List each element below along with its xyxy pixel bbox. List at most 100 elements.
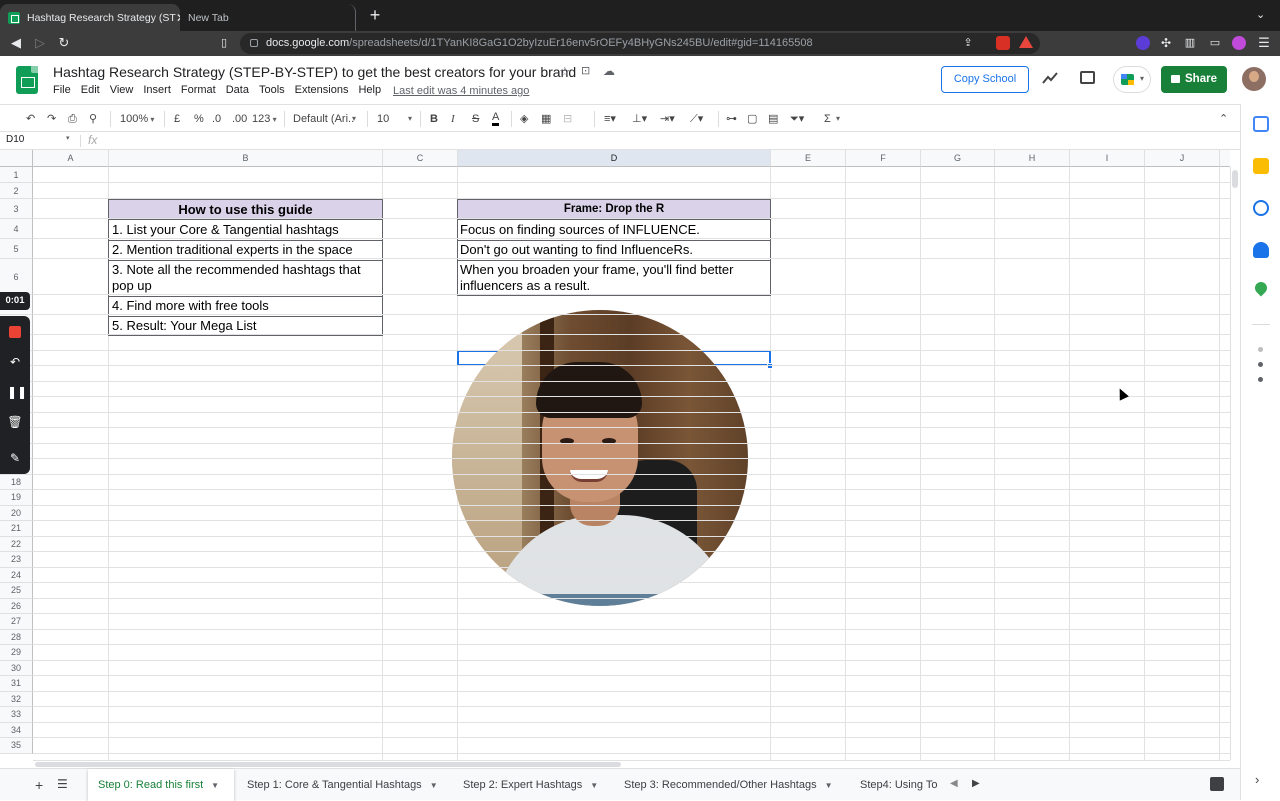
row-header-28[interactable]: 28 [0,629,33,645]
row-header-18[interactable]: 18 [0,474,33,490]
undo-icon[interactable]: ↶ [26,111,35,127]
reload-icon[interactable]: ↻ [56,35,72,51]
row-header-19[interactable]: 19 [0,490,33,506]
sidebar-icon[interactable]: ▥ [1182,35,1198,51]
frame-table-header[interactable]: Frame: Drop the R [458,200,770,220]
scroll-tabs-left-icon[interactable]: ◀ [950,778,958,789]
row-header-34[interactable]: 34 [0,722,33,738]
insert-chart-icon[interactable]: ▤ [768,111,778,127]
name-box[interactable]: D10 ▾ [6,134,74,145]
insert-comment-icon[interactable]: ▢ [747,111,757,127]
select-all-corner[interactable] [0,150,33,167]
column-header-d[interactable]: D [458,150,771,167]
menu-help[interactable]: Help [358,84,381,100]
column-header-a[interactable]: A [33,150,109,167]
menu-data[interactable]: Data [226,84,249,100]
row-header-25[interactable]: 25 [0,583,33,599]
keep-icon[interactable] [1253,158,1269,174]
row-header-24[interactable]: 24 [0,567,33,583]
text-wrapping-icon[interactable]: ⇥▾ [660,111,675,127]
sheet-tab-step-1[interactable]: Step 1: Core & Tangential Hashtags ▼ [237,769,449,801]
horizontal-scroll-thumb[interactable] [35,762,621,767]
sheet-tab-step-2[interactable]: Step 2: Expert Hashtags ▼ [453,769,609,801]
menu-insert[interactable]: Insert [143,84,171,100]
menu-extensions[interactable]: Extensions [295,84,349,100]
font-size-select[interactable]: 10 [377,111,389,127]
account-avatar[interactable] [1242,67,1266,91]
restart-icon[interactable]: ↶ [7,354,23,370]
row-header-20[interactable]: 20 [0,505,33,521]
chevron-right-icon[interactable]: › [1255,772,1259,787]
guide-item-5[interactable]: 5. Result: Your Mega List [112,318,257,334]
bold-button[interactable]: B [430,111,438,127]
italic-button[interactable]: I [451,111,455,127]
number-format-select[interactable]: 123 [252,111,277,128]
format-currency-button[interactable]: £ [174,111,180,127]
guide-item-2[interactable]: 2. Mention traditional experts in the sp… [112,242,353,258]
contacts-icon[interactable] [1253,242,1269,258]
column-header-g[interactable]: G [921,150,995,167]
menu-tools[interactable]: Tools [259,84,285,100]
column-header-j[interactable]: J [1145,150,1220,167]
sheet-tab-step-3[interactable]: Step 3: Recommended/Other Hashtags ▼ [614,769,850,801]
calendar-icon[interactable] [1253,116,1269,132]
last-edit-link[interactable]: Last edit was 4 minutes ago [393,85,529,97]
guide-item-4[interactable]: 4. Find more with free tools [112,298,269,314]
star-icon[interactable]: ☆ [559,64,571,80]
row-header-1[interactable]: 1 [0,167,33,183]
sheet-tab-step-0[interactable]: Step 0: Read this first ▼ [88,769,234,801]
brave-shield-icon[interactable] [996,36,1010,50]
functions-button[interactable]: Σ [824,111,831,127]
chevron-down-icon[interactable]: ▾ [836,111,840,127]
menu-file[interactable]: File [53,84,71,100]
activity-trend-icon[interactable] [1042,71,1058,85]
all-sheets-icon[interactable]: ☰ [57,777,68,791]
tab-search-chevron-icon[interactable]: ⌄ [1256,8,1265,21]
text-rotation-icon[interactable]: ⟋▾ [690,111,703,127]
column-header-c[interactable]: C [383,150,458,167]
menu-view[interactable]: View [110,84,134,100]
print-icon[interactable]: ⎙ [68,111,77,127]
row-header-29[interactable]: 29 [0,645,33,661]
row-header-22[interactable]: 22 [0,536,33,552]
menu-edit[interactable]: Edit [81,84,100,100]
profile-avatar-icon[interactable] [1232,36,1246,50]
copy-school-button[interactable]: Copy School [941,66,1029,93]
delete-icon[interactable]: 🗑 [7,414,23,430]
document-title[interactable]: Hashtag Research Strategy (STEP-BY-STEP)… [53,64,576,80]
merge-cells-icon[interactable]: ⊟ [563,111,572,127]
stop-recording-icon[interactable] [7,324,23,340]
explore-icon[interactable] [1210,777,1224,791]
row-header-33[interactable]: 33 [0,707,33,723]
extension-icon[interactable] [1136,36,1150,50]
row-header-6[interactable]: 6 [0,259,33,295]
column-header-h[interactable]: H [995,150,1070,167]
strikethrough-button[interactable]: S [472,111,479,127]
decrease-decimal-button[interactable]: .0 [212,111,221,127]
maps-icon[interactable] [1252,279,1270,297]
row-header-27[interactable]: 27 [0,614,33,630]
back-arrow-icon[interactable]: ◀ [8,35,24,51]
collapse-toolbar-icon[interactable]: ⌃ [1219,111,1228,127]
browser-tab-active[interactable]: Hashtag Research Strategy (ST ✕ [0,4,180,31]
cloud-saved-icon[interactable]: ☁ [603,64,615,78]
row-header-4[interactable]: 4 [0,219,33,239]
row-header-5[interactable]: 5 [0,239,33,259]
row-header-30[interactable]: 30 [0,660,33,676]
spreadsheet-grid[interactable]: A B C D E F G H I J 12345678910111213141… [0,150,1230,760]
row-header-23[interactable]: 23 [0,552,33,568]
row-header-3[interactable]: 3 [0,199,33,219]
filter-icon[interactable]: ⏷▾ [790,111,804,127]
row-header-32[interactable]: 32 [0,691,33,707]
row-header-21[interactable]: 21 [0,521,33,537]
wallet-icon[interactable]: ▭ [1207,35,1223,51]
guide-item-3[interactable]: 3. Note all the recommended hashtags tha… [112,262,361,278]
share-page-icon[interactable]: ⇪ [960,35,976,51]
row-header-35[interactable]: 35 [0,738,33,754]
row-header-31[interactable]: 31 [0,676,33,692]
paint-format-icon[interactable]: ⚲ [89,111,97,127]
fill-color-icon[interactable]: ◈ [520,111,528,127]
add-sheet-icon[interactable]: + [35,777,43,793]
browser-menu-icon[interactable]: ☰ [1256,35,1272,51]
lock-icon[interactable] [250,39,258,47]
